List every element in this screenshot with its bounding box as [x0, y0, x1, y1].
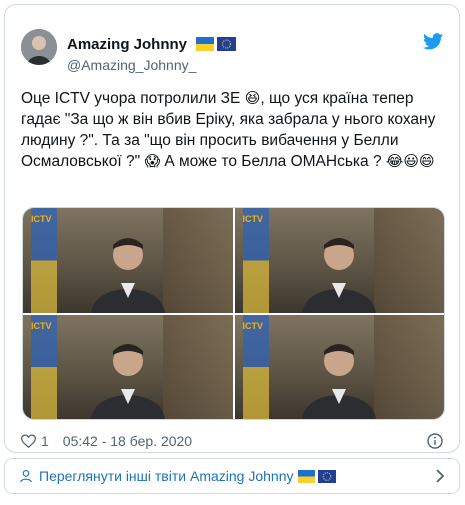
- ictv-logo: ICTV: [242, 320, 264, 331]
- scream-emoji: 😱: [144, 152, 161, 170]
- avatar[interactable]: [21, 29, 57, 65]
- chevron-right-icon[interactable]: [435, 469, 445, 483]
- ictv-logo: ICTV: [31, 320, 52, 331]
- eu-flag-icon: [217, 37, 237, 51]
- author-handle[interactable]: @Amazing_Johnny_: [67, 57, 196, 73]
- twitter-bird-icon[interactable]: [423, 33, 443, 50]
- ukraine-flag-icon: [298, 469, 316, 483]
- ictv-logo: ICTV: [242, 214, 264, 224]
- person-image: [90, 237, 165, 313]
- media-image-2[interactable]: ICTV: [234, 208, 444, 313]
- like-count[interactable]: 1: [41, 433, 49, 449]
- media-grid[interactable]: ICTV ICTV ICTV ICTV: [22, 207, 445, 420]
- person-image: [302, 237, 377, 313]
- tweet-text: Оце ICTV учора потролили ЗЕ 😆, що уся кр…: [21, 88, 446, 172]
- tweet-card: Amazing Johnny @Amazing_Johnny_ Оце ICTV…: [4, 4, 460, 453]
- media-image-3[interactable]: ICTV: [23, 314, 233, 419]
- flags: [196, 37, 237, 55]
- timestamp[interactable]: 05:42 - 18 бер. 2020: [63, 433, 192, 449]
- person-image: [90, 344, 165, 419]
- person-image: [302, 344, 377, 419]
- view-more-label[interactable]: Переглянути інші твіти Amazing Johnny: [39, 468, 293, 484]
- ictv-logo: ICTV: [31, 214, 52, 224]
- footer-flags: [298, 469, 337, 483]
- author-name[interactable]: Amazing Johnny: [67, 36, 187, 53]
- tweet-text-part1: Оце ICTV учора потролили ЗЕ: [21, 90, 245, 107]
- user-icon: [20, 470, 32, 483]
- media-image-1[interactable]: ICTV: [23, 208, 233, 313]
- media-image-4[interactable]: ICTV: [234, 314, 444, 419]
- laughing-emoji: 😆: [244, 89, 261, 107]
- heart-icon[interactable]: [21, 434, 36, 448]
- author-name-row[interactable]: Amazing Johnny: [67, 36, 237, 55]
- joy-emojis: 😂😃😄: [385, 152, 435, 170]
- view-more-tweets-link[interactable]: Переглянути інші твіти Amazing Johnny: [4, 458, 460, 494]
- info-icon[interactable]: [427, 433, 443, 449]
- tweet-text-part3: А може то Белла ОМАНська ?: [160, 153, 386, 170]
- eu-flag-icon: [318, 469, 337, 483]
- tweet-meta: 1 05:42 - 18 бер. 2020: [21, 433, 192, 449]
- ukraine-flag-icon: [196, 37, 215, 51]
